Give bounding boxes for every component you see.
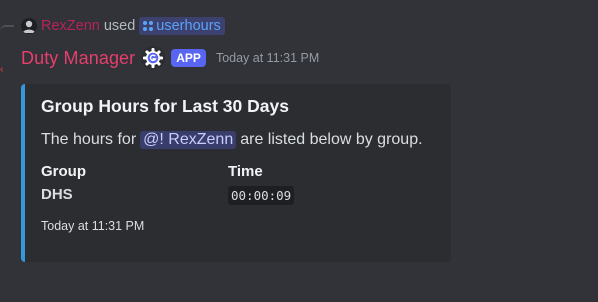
embed-footer-timestamp: Today at 11:31 PM xyxy=(41,219,145,233)
app-badge: APP xyxy=(171,49,206,67)
user-mention[interactable]: @! RexZenn xyxy=(140,131,237,149)
description-suffix: are listed below by group. xyxy=(240,131,423,148)
embed-title: Group Hours for Last 30 Days xyxy=(41,96,289,116)
field-time-value: 00:00:09 xyxy=(228,186,295,205)
interaction-username[interactable]: RexZenn xyxy=(41,18,100,34)
embed-card: Group Hours for Last 30 Days The hours f… xyxy=(21,84,451,262)
embed-fields: Group Time DHS 00:00:09 xyxy=(41,163,435,205)
interaction-verb: used xyxy=(103,18,136,34)
user-avatar-icon xyxy=(23,20,35,33)
field-group-header: Group xyxy=(41,163,86,180)
embed-description: The hours for @! RexZenn are listed belo… xyxy=(41,131,435,149)
field-group-value: DHS xyxy=(41,186,73,203)
command-chip[interactable]: userhours xyxy=(139,17,225,35)
field-time-header: Time xyxy=(228,163,263,180)
unread-marker: ‹ xyxy=(0,64,4,75)
author-name[interactable]: Duty Manager xyxy=(21,48,135,69)
description-prefix: The hours for xyxy=(41,131,137,148)
message-timestamp: Today at 11:31 PM xyxy=(215,51,320,65)
slash-command-icon xyxy=(143,21,154,31)
bot-gear-icon xyxy=(141,46,166,70)
user-avatar[interactable] xyxy=(21,18,37,34)
reply-connector xyxy=(0,25,14,35)
interaction-header: RexZenn used userhours xyxy=(21,15,225,37)
command-name: userhours xyxy=(156,18,221,34)
message-header: Duty Manager APP Today at 11:31 PM xyxy=(21,44,319,72)
